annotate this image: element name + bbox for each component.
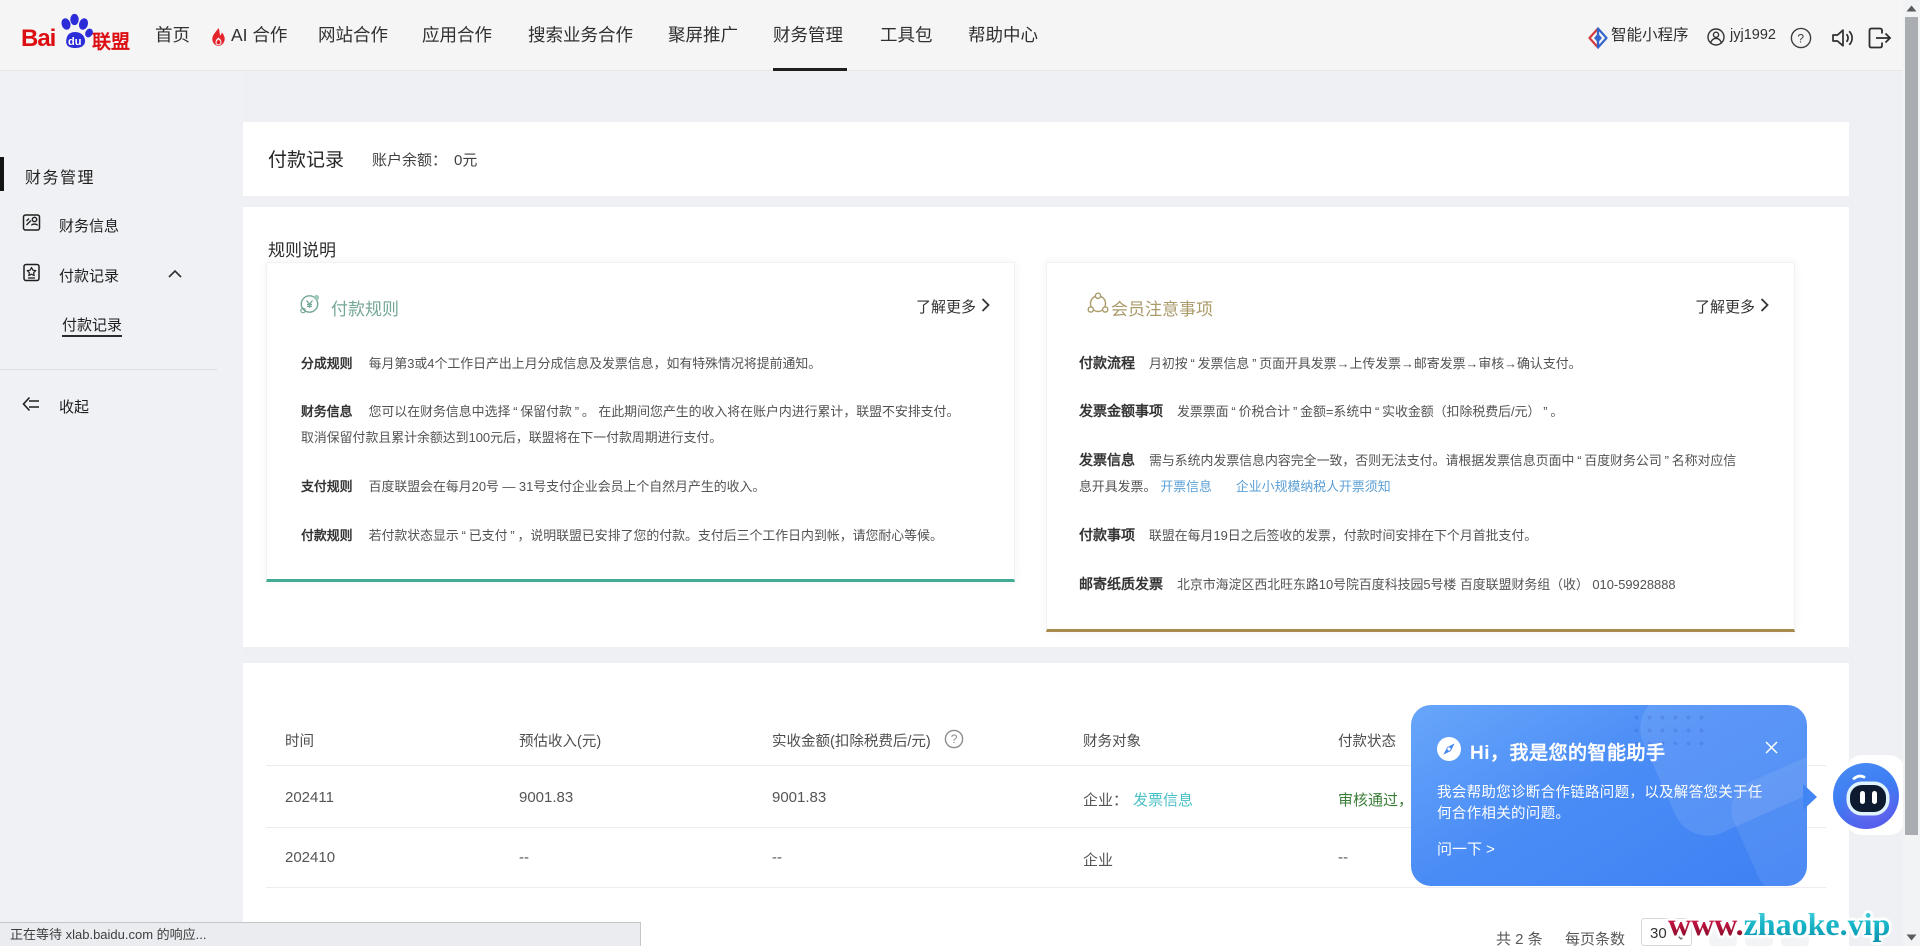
svg-text:?: ? <box>1797 31 1804 45</box>
svg-text:du: du <box>68 36 81 48</box>
svg-text:?: ? <box>951 732 958 746</box>
